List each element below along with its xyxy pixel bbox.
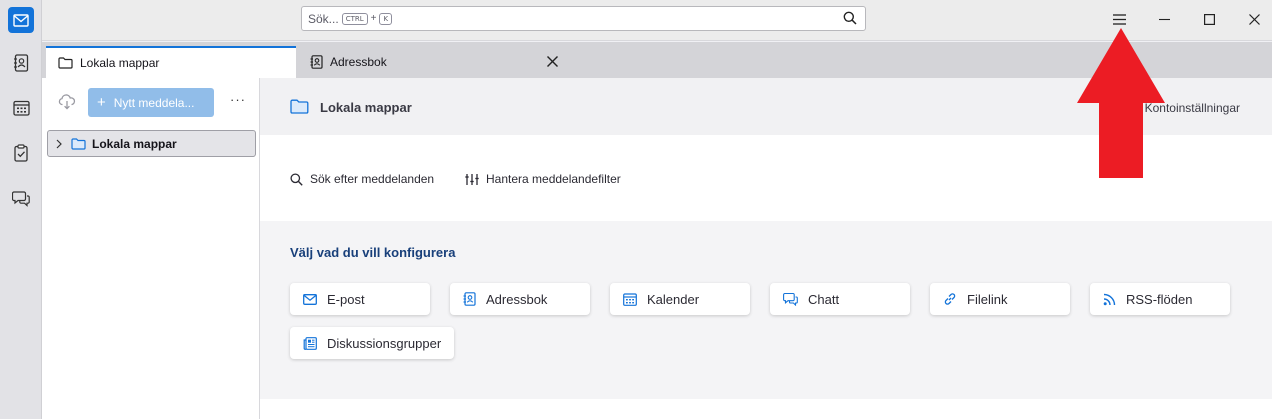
folder-pane-header: + Nytt meddela... ···	[42, 78, 260, 126]
plus-icon: +	[97, 94, 106, 111]
chat-icon	[783, 292, 798, 306]
setup-chat-card[interactable]: Chatt	[770, 283, 910, 315]
kbd-plus: +	[370, 13, 377, 24]
new-message-button[interactable]: + Nytt meddela...	[88, 88, 214, 117]
calendar-icon	[623, 292, 637, 306]
maximize-button[interactable]	[1198, 8, 1220, 30]
action-label: Sök efter meddelanden	[310, 172, 435, 186]
card-label: Kalender	[647, 291, 700, 307]
folder-icon	[58, 57, 73, 69]
action-label: Hantera meddelandefilter	[486, 172, 621, 186]
folder-item-lokala-mappar[interactable]: Lokala mappar	[47, 130, 256, 157]
address-book-icon	[14, 54, 29, 72]
folder-icon	[290, 99, 309, 114]
tab-label: Adressbok	[330, 55, 387, 69]
setup-calendar-card[interactable]: Kalender	[610, 283, 750, 315]
card-label: Diskussionsgrupper	[327, 335, 442, 351]
mail-icon	[303, 293, 317, 305]
setup-newsgroups-card[interactable]: Diskussionsgrupper	[290, 327, 454, 359]
calendar-space-button[interactable]	[8, 95, 34, 121]
configure-title: Välj vad du vill konfigurera	[290, 245, 456, 260]
get-messages-button[interactable]	[58, 94, 76, 110]
card-label: Chatt	[808, 291, 840, 307]
setup-filelink-card[interactable]: Filelink	[930, 283, 1070, 315]
account-title: Lokala mappar	[320, 100, 412, 115]
annotation-arrow-icon	[1077, 28, 1165, 178]
close-window-button[interactable]	[1243, 8, 1265, 30]
setup-email-card[interactable]: E-post	[290, 283, 430, 315]
search-icon[interactable]	[843, 11, 859, 27]
close-icon	[546, 55, 558, 67]
newsgroup-icon	[303, 336, 317, 350]
global-search-box[interactable]: Sök... CTRL + K	[301, 6, 866, 31]
mail-space-button[interactable]	[8, 7, 34, 33]
setup-rss-card[interactable]: RSS-flöden	[1090, 283, 1230, 315]
bottom-area	[260, 399, 1272, 419]
search-messages-button[interactable]: Sök efter meddelanden	[290, 172, 434, 186]
kbd-ctrl: CTRL	[341, 12, 368, 25]
search-placeholder: Sök...	[308, 11, 339, 26]
hamburger-menu-icon	[1112, 13, 1126, 25]
tasks-icon	[14, 144, 28, 162]
new-message-label: Nytt meddela...	[113, 95, 195, 110]
kbd-k: K	[379, 12, 393, 25]
address-book-space-button[interactable]	[8, 50, 34, 76]
folder-pane-more-button[interactable]: ···	[228, 92, 248, 110]
card-label: RSS-flöden	[1126, 291, 1193, 307]
address-book-icon	[310, 55, 323, 69]
rss-icon	[1103, 293, 1116, 305]
close-icon	[1248, 13, 1260, 25]
maximize-icon	[1203, 13, 1215, 25]
card-label: E-post	[327, 291, 365, 307]
app-menu-button[interactable]	[1108, 8, 1130, 30]
card-label: Adressbok	[486, 291, 548, 307]
tasks-space-button[interactable]	[8, 140, 34, 166]
minimize-icon	[1158, 18, 1170, 20]
manage-filters-button[interactable]: Hantera meddelandefilter	[465, 172, 621, 186]
address-book-icon	[463, 292, 476, 306]
minimize-button[interactable]	[1153, 8, 1175, 30]
search-icon	[290, 172, 303, 186]
chat-space-button[interactable]	[8, 185, 34, 211]
tab-close-button[interactable]	[544, 53, 560, 69]
tab-lokala-mappar[interactable]: Lokala mappar	[46, 46, 296, 78]
chevron-right-icon[interactable]	[55, 139, 63, 149]
folder-icon	[71, 137, 86, 150]
filter-icon	[465, 173, 479, 185]
tab-label: Lokala mappar	[80, 56, 160, 70]
link-icon	[944, 293, 956, 305]
configure-section: Välj vad du vill konfigurera E-post Adre…	[260, 221, 1272, 399]
setup-address-book-card[interactable]: Adressbok	[450, 283, 590, 315]
spaces-toolbar	[0, 0, 42, 419]
mail-icon	[13, 13, 29, 27]
tab-adressbok[interactable]: Adressbok	[298, 46, 558, 78]
folder-pane: + Nytt meddela... ··· Lokala mappar	[42, 78, 260, 419]
folder-label: Lokala mappar	[92, 136, 177, 151]
calendar-icon	[12, 100, 30, 116]
cloud-download-icon	[58, 94, 76, 110]
card-label: Filelink	[967, 291, 1008, 307]
chat-icon	[12, 190, 30, 207]
